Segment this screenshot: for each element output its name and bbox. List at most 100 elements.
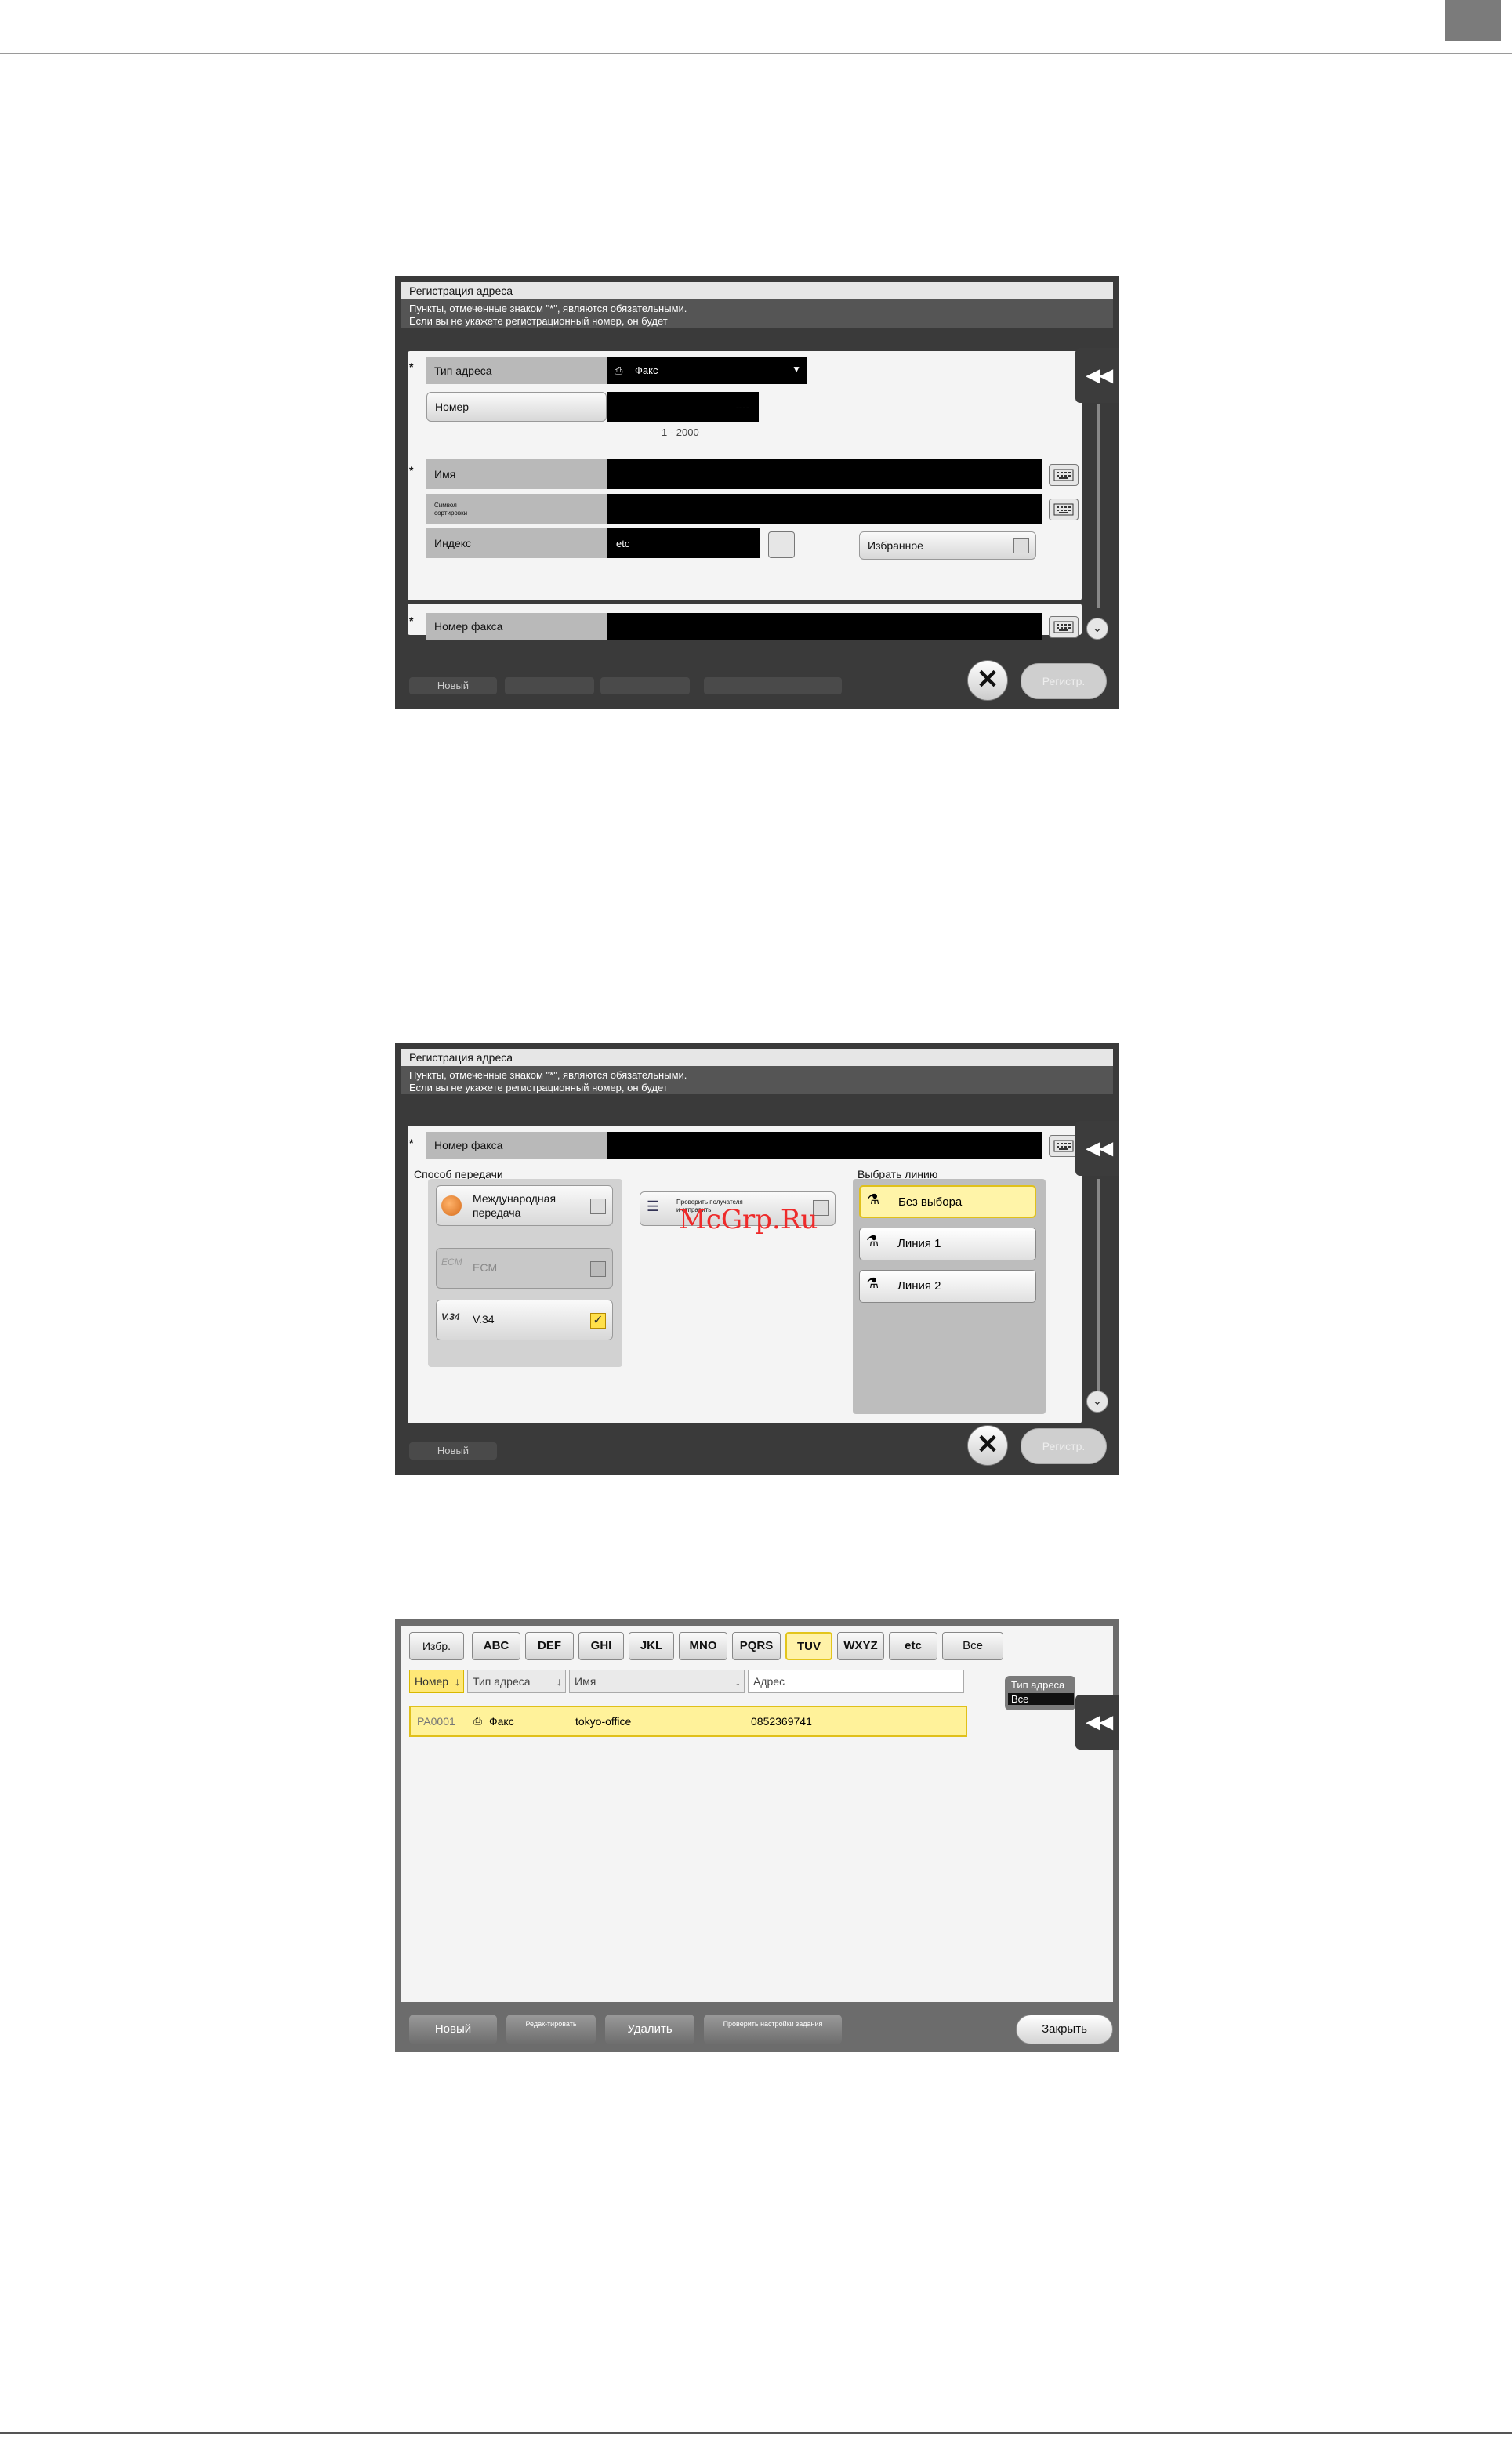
fax-icon: ⎙ <box>473 1714 483 1727</box>
ghost-button <box>505 677 594 694</box>
favorite-checkbox[interactable] <box>1013 538 1029 553</box>
keyboard-icon[interactable] <box>1049 499 1079 520</box>
new-button[interactable]: Новый <box>409 1442 497 1460</box>
keyboard-icon[interactable] <box>1049 616 1079 638</box>
column-name[interactable]: Имя ↓ <box>569 1670 745 1693</box>
side-panel-toggle[interactable]: ◀◀ <box>1075 1695 1119 1750</box>
fax-number-label: Номер факса <box>426 1132 607 1159</box>
sort-arrow-icon: ↓ <box>455 1675 460 1688</box>
tab-etc[interactable]: etc <box>889 1632 937 1660</box>
address-type-value: Факс <box>635 364 658 376</box>
check-job-settings-button[interactable]: Проверить настройки задания <box>704 2015 842 2044</box>
no-select-label: Без выбора <box>898 1195 963 1209</box>
side-panel-toggle[interactable]: ◀◀ <box>1075 1121 1119 1176</box>
list-send-icon: ☰ <box>647 1199 660 1214</box>
address-type-label: Тип адреса <box>426 357 607 384</box>
number-button[interactable]: Номер <box>426 392 607 422</box>
line-2-label: Линия 2 <box>897 1279 941 1293</box>
favorite-button[interactable]: Избранное <box>859 531 1036 560</box>
tab-jkl[interactable]: JKL <box>629 1632 674 1660</box>
address-type-filter-label: Тип адреса <box>1011 1679 1065 1691</box>
tab-mno[interactable]: MNO <box>679 1632 727 1660</box>
address-type-filter-value: Все <box>1008 1693 1074 1705</box>
screen-title: Регистрация адреса <box>401 282 1113 299</box>
line-option-1[interactable]: ⚗ Линия 1 <box>859 1228 1036 1260</box>
watermark: McGrp.Ru <box>679 1204 818 1235</box>
screen-title: Регистрация адреса <box>401 1049 1113 1066</box>
tab-def[interactable]: DEF <box>525 1632 574 1660</box>
row-type: Факс <box>489 1715 514 1728</box>
column-name-label: Имя <box>575 1675 596 1688</box>
scroll-down-button[interactable]: ⌄ <box>1086 618 1108 640</box>
line-option-2[interactable]: ⚗ Линия 2 <box>859 1270 1036 1303</box>
instruction-line-2: Если вы не укажете регистрационный номер… <box>409 1082 668 1093</box>
column-address-label: Адрес <box>753 1675 785 1688</box>
register-button[interactable]: Регистр. <box>1021 1428 1107 1464</box>
tab-all[interactable]: Все <box>942 1632 1003 1660</box>
row-number: PA0001 <box>417 1715 455 1728</box>
ecm-checkbox[interactable] <box>590 1261 606 1277</box>
tab-pqrs[interactable]: PQRS <box>732 1632 781 1660</box>
required-mark: * <box>409 361 414 373</box>
fax-number-field[interactable] <box>607 613 1042 640</box>
sort-symbol-field[interactable] <box>607 494 1042 524</box>
v34-button[interactable]: V.34 V.34 ✓ <box>436 1300 613 1340</box>
table-row[interactable]: PA0001 ⎙ Факс tokyo-office 0852369741 <box>409 1706 967 1737</box>
side-panel-toggle[interactable]: ◀◀ <box>1075 348 1119 403</box>
address-type-filter[interactable]: Тип адреса Все <box>1005 1676 1075 1710</box>
column-number[interactable]: Номер ↓ <box>409 1670 464 1693</box>
fax-number-field[interactable] <box>607 1132 1042 1159</box>
index-value: etc <box>616 538 630 549</box>
row-address: 0852369741 <box>751 1715 812 1728</box>
index-picker-icon[interactable] <box>768 531 795 558</box>
close-icon[interactable]: ✕ <box>967 1425 1008 1466</box>
scroll-down-button[interactable]: ⌄ <box>1086 1391 1108 1413</box>
tab-ghi[interactable]: GHI <box>578 1632 624 1660</box>
bottom-rule <box>0 2432 1512 2434</box>
edit-button[interactable]: Редак-тировать <box>506 2015 596 2044</box>
tab-favorites[interactable]: Избр. <box>409 1632 464 1660</box>
intl-label-line-1: Международная <box>473 1192 557 1205</box>
double-chevron-left-icon: ◀◀ <box>1086 1138 1113 1158</box>
sort-symbol-label: Символ сортировки <box>426 494 607 524</box>
tab-tuv[interactable]: TUV <box>785 1632 832 1660</box>
new-button[interactable]: Новый <box>409 677 497 694</box>
scrollbar[interactable] <box>1097 1179 1100 1398</box>
sort-arrow-icon: ↓ <box>735 1675 741 1688</box>
v34-icon: V.34 <box>441 1311 460 1322</box>
fax-icon: ⎙ <box>615 364 623 376</box>
new-button[interactable]: Новый <box>409 2015 497 2044</box>
required-mark: * <box>409 615 414 627</box>
ecm-label: ECM <box>473 1261 498 1274</box>
name-field[interactable] <box>607 459 1042 489</box>
v34-checkbox[interactable]: ✓ <box>590 1313 606 1329</box>
tab-wxyz[interactable]: WXYZ <box>837 1632 884 1660</box>
sort-symbol-text: Символ сортировки <box>434 502 468 517</box>
chevron-down-icon: ▼ <box>792 364 801 375</box>
ecm-icon: ECM <box>441 1257 462 1267</box>
row-name: tokyo-office <box>575 1715 632 1728</box>
line-option-no-select[interactable]: ⚗ Без выбора <box>859 1185 1036 1218</box>
screen-instructions: Пункты, отмеченные знаком "*", являются … <box>401 1066 1113 1094</box>
line-2-icon: ⚗ <box>866 1275 879 1291</box>
tab-abc[interactable]: ABC <box>472 1632 520 1660</box>
international-transmission-button[interactable]: Международная передача <box>436 1185 613 1226</box>
keyboard-icon[interactable] <box>1049 1135 1079 1157</box>
scrollbar[interactable] <box>1097 404 1100 608</box>
instruction-line-1: Пункты, отмеченные знаком "*", являются … <box>409 1069 687 1081</box>
index-field[interactable]: etc <box>607 528 760 558</box>
close-icon[interactable]: ✕ <box>967 660 1008 701</box>
close-button[interactable]: Закрыть <box>1016 2015 1113 2044</box>
delete-button[interactable]: Удалить <box>605 2015 694 2044</box>
keyboard-icon[interactable] <box>1049 464 1079 486</box>
number-field[interactable]: ---- <box>607 392 759 422</box>
required-mark: * <box>409 1137 414 1149</box>
intl-label-line-2: передача <box>473 1206 521 1219</box>
top-rule <box>0 53 1512 54</box>
address-type-select[interactable]: ⎙ Факс ▼ <box>607 357 807 384</box>
ecm-button[interactable]: ECM ECM <box>436 1248 613 1289</box>
register-button[interactable]: Регистр. <box>1021 663 1107 699</box>
line-icon: ⚗ <box>867 1191 880 1207</box>
column-address-type[interactable]: Тип адреса ↓ <box>467 1670 566 1693</box>
intl-checkbox[interactable] <box>590 1199 606 1214</box>
